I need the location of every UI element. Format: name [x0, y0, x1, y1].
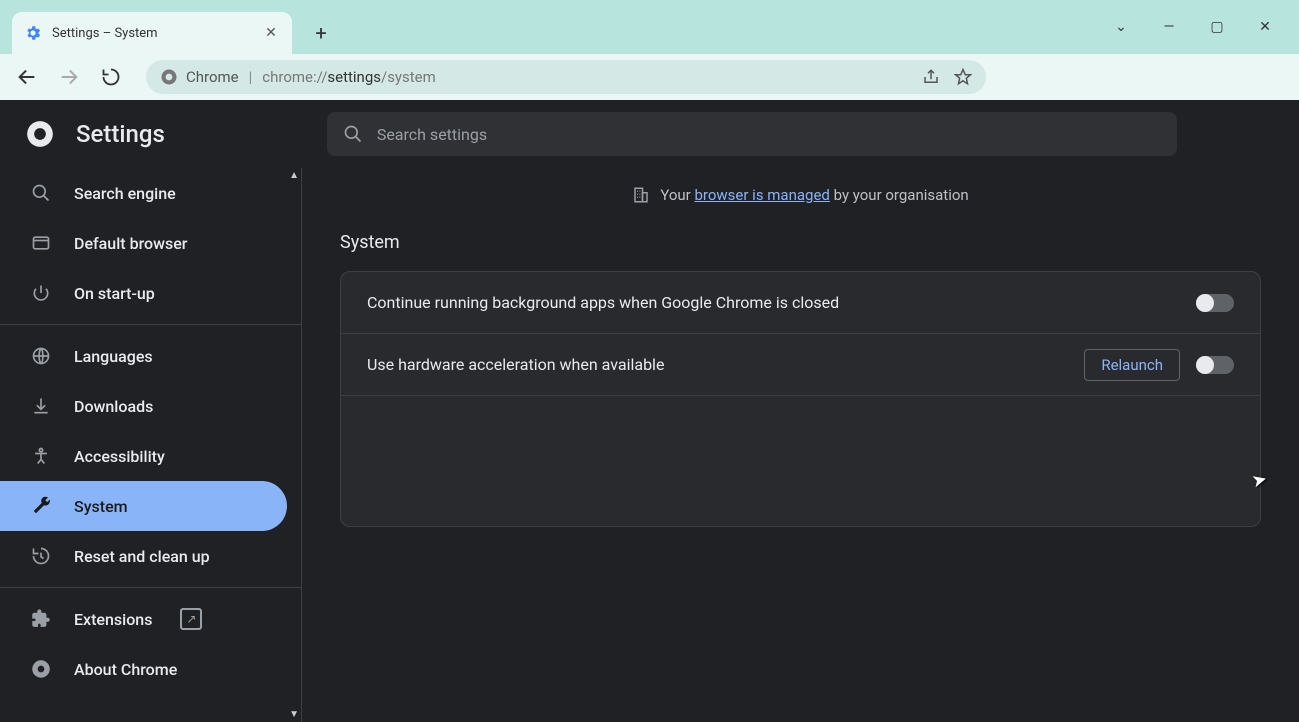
extension-icon: [30, 608, 52, 630]
minimize-button[interactable]: ―: [1159, 17, 1179, 37]
plus-icon: +: [315, 21, 326, 45]
system-card: Continue running background apps when Go…: [340, 271, 1261, 527]
sidebar-item-system[interactable]: System: [0, 481, 287, 531]
sidebar-item-languages[interactable]: Languages: [0, 331, 287, 381]
share-icon[interactable]: [922, 68, 940, 86]
sidebar-item-label: About Chrome: [74, 660, 177, 679]
chevron-down-icon[interactable]: ⌄: [1111, 17, 1131, 37]
maximize-button[interactable]: ▢: [1207, 17, 1227, 37]
divider: [0, 587, 301, 588]
search-icon: [343, 124, 363, 144]
sidebar-item-label: Extensions: [74, 610, 152, 629]
card-padding: [341, 396, 1260, 526]
sidebar-item-label: Downloads: [74, 397, 153, 416]
sidebar-item-accessibility[interactable]: Accessibility: [0, 431, 287, 481]
sidebar-item-on-startup[interactable]: On start-up: [0, 268, 287, 318]
toggle-hardware-accel[interactable]: [1196, 356, 1234, 374]
star-icon[interactable]: [954, 68, 972, 86]
forward-button[interactable]: [52, 60, 86, 94]
gear-icon: [24, 24, 42, 42]
sidebar-item-label: Accessibility: [74, 447, 165, 466]
sidebar-item-label: Reset and clean up: [74, 547, 210, 566]
close-icon[interactable]: ✕: [262, 24, 280, 42]
search-icon: [30, 182, 52, 204]
download-icon: [30, 395, 52, 417]
new-tab-button[interactable]: +: [306, 18, 336, 48]
separator: |: [249, 68, 253, 86]
site-chip: Chrome: [160, 68, 239, 86]
row-hardware-accel: Use hardware acceleration when available…: [341, 334, 1260, 396]
settings-header: Settings Search settings: [0, 100, 1299, 168]
restore-icon: [30, 545, 52, 567]
settings-sidebar: ▲ Search engine Default browser On start…: [0, 168, 302, 722]
sidebar-item-downloads[interactable]: Downloads: [0, 381, 287, 431]
managed-link[interactable]: browser is managed: [694, 186, 829, 204]
tab-title: Settings – System: [52, 26, 262, 41]
chrome-logo-icon: [26, 120, 54, 148]
scroll-up-icon[interactable]: ▲: [289, 170, 299, 181]
divider: [0, 324, 301, 325]
sidebar-item-label: On start-up: [74, 284, 155, 303]
managed-banner: Your browser is managed by your organisa…: [302, 186, 1299, 204]
url-text: chrome://settings/system: [262, 68, 436, 86]
building-icon: [632, 186, 650, 204]
row-background-apps: Continue running background apps when Go…: [341, 272, 1260, 334]
globe-icon: [30, 345, 52, 367]
sidebar-item-label: Languages: [74, 347, 153, 366]
window-titlebar: Settings – System ✕ + ⌄ ― ▢ ✕: [0, 0, 1299, 54]
sidebar-item-label: System: [74, 497, 128, 516]
sidebar-item-default-browser[interactable]: Default browser: [0, 218, 287, 268]
page-title: Settings: [76, 120, 165, 148]
reload-button[interactable]: [94, 60, 128, 94]
accessibility-icon: [30, 445, 52, 467]
browser-icon: [30, 232, 52, 254]
toggle-background-apps[interactable]: [1196, 294, 1234, 312]
sidebar-item-label: Search engine: [74, 184, 176, 203]
sidebar-item-label: Default browser: [74, 234, 187, 253]
sidebar-item-reset[interactable]: Reset and clean up: [0, 531, 287, 581]
search-placeholder: Search settings: [377, 125, 487, 144]
chrome-icon: [30, 658, 52, 680]
site-chip-label: Chrome: [186, 68, 239, 86]
row-label: Continue running background apps when Go…: [367, 293, 1180, 312]
row-label: Use hardware acceleration when available: [367, 355, 1068, 374]
sidebar-item-search-engine[interactable]: Search engine: [0, 168, 287, 218]
window-controls: ⌄ ― ▢ ✕: [1111, 0, 1299, 54]
back-button[interactable]: [10, 60, 44, 94]
sidebar-item-about[interactable]: About Chrome: [0, 644, 287, 694]
external-link-icon: ↗: [180, 608, 202, 630]
browser-tab[interactable]: Settings – System ✕: [12, 12, 292, 54]
address-bar[interactable]: Chrome | chrome://settings/system: [146, 60, 986, 94]
close-window-button[interactable]: ✕: [1255, 17, 1275, 37]
scroll-down-icon[interactable]: ▼: [289, 709, 299, 720]
search-settings-input[interactable]: Search settings: [327, 112, 1177, 156]
browser-toolbar: Chrome | chrome://settings/system: [0, 54, 1299, 100]
settings-main: Your browser is managed by your organisa…: [302, 168, 1299, 722]
relaunch-button[interactable]: Relaunch: [1084, 349, 1180, 381]
section-title: System: [340, 232, 1299, 253]
wrench-icon: [30, 495, 52, 517]
power-icon: [30, 282, 52, 304]
sidebar-item-extensions[interactable]: Extensions ↗: [0, 594, 287, 644]
